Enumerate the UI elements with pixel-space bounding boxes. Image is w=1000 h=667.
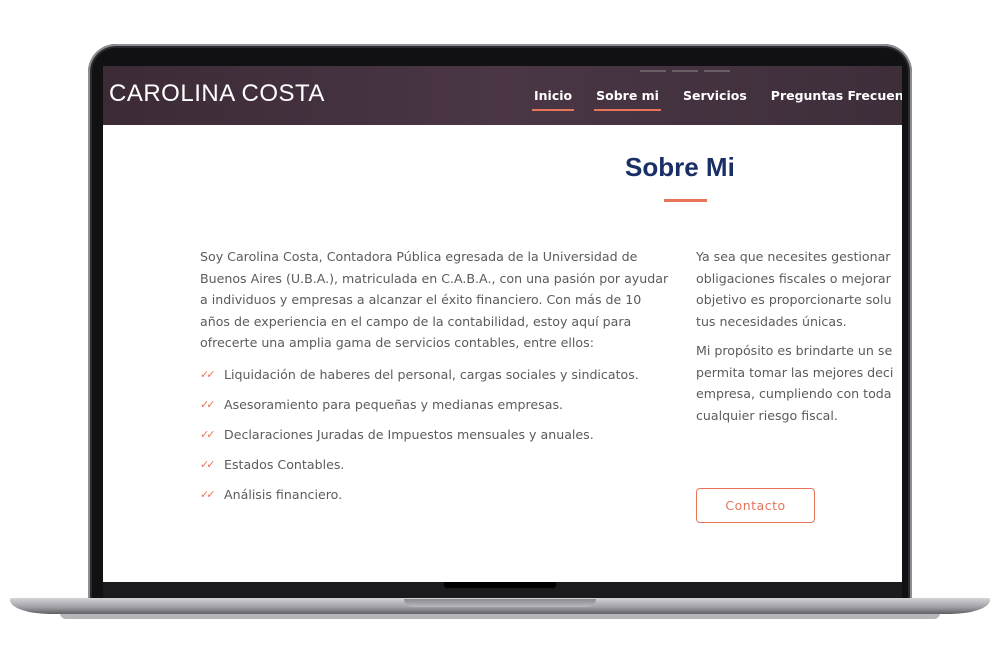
laptop-base-shadow	[60, 613, 940, 619]
nav-preguntas-frecuentes[interactable]: Preguntas Frecuentes	[771, 88, 902, 109]
double-check-icon: ✓✓	[200, 487, 215, 501]
title-underline	[664, 199, 707, 202]
list-item: ✓✓ Liquidación de haberes del personal, c…	[200, 360, 670, 390]
double-check-icon: ✓✓	[200, 457, 215, 471]
list-item: ✓✓ Análisis financiero.	[200, 480, 670, 510]
decorative-bar	[704, 70, 730, 72]
about-right-column: Ya sea que necesites gestionar obligacio…	[696, 246, 902, 434]
double-check-icon: ✓✓	[200, 427, 215, 441]
about-paragraph-2: Mi propósito es brindarte un se permita …	[696, 340, 902, 426]
laptop-screen: CAROLINA COSTA Inicio Sobre mi Servicios…	[103, 66, 902, 582]
list-item-label: Asesoramiento para pequeñas y medianas e…	[224, 396, 564, 412]
text-line: objetivo es proporcionarte solu	[696, 292, 892, 307]
site-brand[interactable]: CAROLINA COSTA	[109, 80, 325, 108]
text-line: cualquier riesgo fiscal.	[696, 407, 838, 423]
text-line: tus necesidades únicas.	[696, 313, 847, 329]
double-check-icon: ✓✓	[200, 367, 215, 381]
text-line: Ya sea que necesites gestionar	[696, 249, 891, 264]
section-title: Sobre Mi	[625, 152, 735, 182]
text-line: Mi propósito es brindarte un se	[696, 343, 893, 358]
main-nav: Inicio Sobre mi Servicios Preguntas Frec…	[531, 88, 902, 111]
contact-button[interactable]: Contacto	[696, 488, 815, 523]
nav-inicio[interactable]: Inicio	[531, 88, 575, 111]
site-header: CAROLINA COSTA Inicio Sobre mi Servicios…	[103, 66, 902, 125]
nav-servicios[interactable]: Servicios	[683, 88, 747, 109]
decorative-bar	[672, 70, 698, 72]
text-line: empresa, cumpliendo con toda	[696, 386, 892, 401]
services-list: ✓✓ Liquidación de haberes del personal, c…	[200, 360, 670, 510]
list-item: ✓✓ Asesoramiento para pequeñas y medianas…	[200, 390, 670, 420]
text-line: permita tomar las mejores deci	[696, 364, 894, 380]
about-paragraph-1: Ya sea que necesites gestionar obligacio…	[696, 246, 902, 332]
nav-sobre-mi[interactable]: Sobre mi	[594, 88, 661, 111]
list-item-label: Análisis financiero.	[224, 486, 343, 502]
about-intro: Soy Carolina Costa, Contadora Pública eg…	[200, 249, 669, 350]
about-left-column: Soy Carolina Costa, Contadora Pública eg…	[200, 246, 670, 510]
hinge-notch	[444, 582, 556, 588]
list-item-label: Liquidación de haberes del personal, car…	[224, 366, 639, 382]
list-item: ✓✓ Estados Contables.	[200, 450, 670, 480]
list-item: ✓✓ Declaraciones Juradas de Impuestos men…	[200, 420, 670, 450]
list-item-label: Estados Contables.	[224, 456, 345, 472]
text-line: obligaciones fiscales o mejorar	[696, 270, 891, 286]
double-check-icon: ✓✓	[200, 397, 215, 411]
laptop-base-notch	[404, 599, 596, 607]
list-item-label: Declaraciones Juradas de Impuestos mensu…	[224, 426, 594, 442]
decorative-bar	[640, 70, 666, 72]
